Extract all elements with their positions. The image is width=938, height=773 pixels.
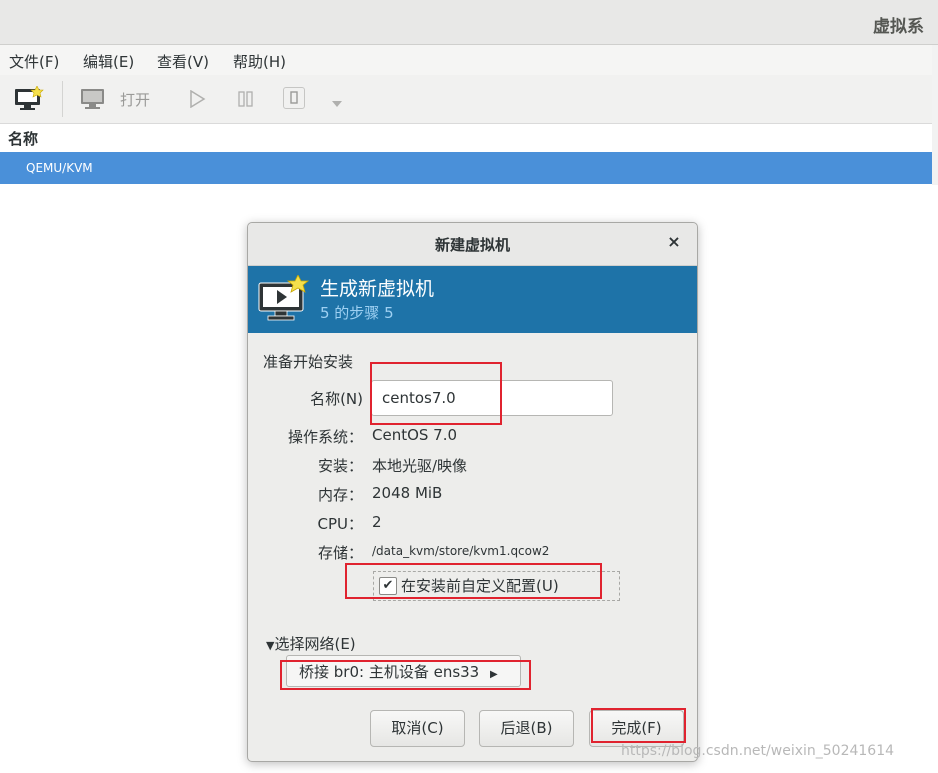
- column-name-label: 名称: [8, 130, 39, 148]
- os-value: CentOS 7.0: [372, 426, 458, 444]
- install-label: 安装：: [317, 457, 363, 475]
- storage-value: /data_kvm/store/kvm1.qcow2: [372, 544, 550, 558]
- finish-button[interactable]: 完成(F): [589, 710, 684, 747]
- power-icon: [290, 91, 298, 104]
- window-title: 虚拟系: [873, 17, 924, 37]
- watermark: https://blog.csdn.net/weixin_50241614: [621, 743, 895, 759]
- back-button[interactable]: 后退(B): [479, 710, 574, 747]
- network-selected-value: 桥接 br0: 主机设备 ens33: [299, 663, 480, 681]
- dialog-title: 新建虚拟机: [434, 236, 510, 254]
- new-vm-icon: [258, 274, 310, 327]
- menubar: 文件(F) 编辑(E) 查看(V) 帮助(H): [0, 45, 932, 75]
- memory-label: 内存：: [317, 486, 363, 504]
- list-item[interactable]: QEMU/KVM: [0, 152, 932, 184]
- toolbar: 打开: [0, 75, 932, 124]
- section-title: 准备开始安装: [263, 353, 354, 371]
- network-select[interactable]: 桥接 br0: 主机设备 ens33 ▶: [286, 655, 521, 687]
- wizard-step: 5 的步骤 5: [320, 304, 394, 322]
- memory-value: 2048 MiB: [372, 484, 443, 502]
- network-expander-label: 选择网络(E): [274, 635, 356, 653]
- new-vm-icon: [15, 85, 44, 110]
- connection-label: QEMU/KVM: [26, 161, 93, 175]
- monitor-icon: [81, 89, 104, 109]
- name-field[interactable]: [371, 380, 613, 416]
- menu-help[interactable]: 帮助(H): [233, 51, 286, 72]
- play-icon: [190, 89, 206, 109]
- install-value: 本地光驱/映像: [372, 457, 468, 475]
- cpu-label: CPU：: [317, 515, 364, 533]
- network-expander[interactable]: ▼选择网络(E): [266, 633, 356, 654]
- chevron-down-icon: [332, 101, 342, 107]
- customize-label[interactable]: 在安装前自定义配置(U): [401, 575, 559, 596]
- shutdown-button[interactable]: [283, 87, 305, 109]
- pause-button[interactable]: [237, 90, 255, 112]
- menu-view[interactable]: 查看(V): [157, 51, 209, 72]
- menu-edit[interactable]: 编辑(E): [83, 51, 134, 72]
- pause-icon: [238, 91, 253, 107]
- cancel-button[interactable]: 取消(C): [370, 710, 465, 747]
- toolbar-separator: [62, 81, 63, 117]
- open-button-label[interactable]: 打开: [120, 89, 150, 110]
- customize-checkbox[interactable]: ✔: [379, 577, 397, 595]
- wizard-title: 生成新虚拟机: [320, 278, 435, 300]
- new-vm-button[interactable]: [14, 85, 44, 112]
- shutdown-menu-button[interactable]: [330, 94, 344, 113]
- window-edge: [932, 45, 938, 185]
- open-console-button[interactable]: [80, 88, 106, 110]
- name-label: 名称(N): [310, 390, 363, 408]
- list-column-header[interactable]: 名称: [0, 124, 932, 151]
- new-vm-dialog: 新建虚拟机 × 生成新虚拟机 5 的步骤 5 准备开始安装 名称(N) 操作系统…: [247, 222, 698, 762]
- window-titlebar: 虚拟系: [0, 0, 938, 45]
- os-label: 操作系统：: [287, 428, 363, 446]
- dialog-titlebar: 新建虚拟机 ×: [248, 223, 697, 266]
- run-button[interactable]: [188, 89, 206, 112]
- menu-file[interactable]: 文件(F): [9, 51, 59, 72]
- cpu-value: 2: [372, 513, 382, 531]
- close-icon[interactable]: ×: [664, 232, 684, 252]
- wizard-banner: 生成新虚拟机 5 的步骤 5: [248, 266, 697, 333]
- storage-label: 存储：: [317, 544, 363, 562]
- customize-before-install[interactable]: ✔ 在安装前自定义配置(U): [373, 571, 620, 601]
- chevron-right-icon: ▶: [490, 669, 498, 680]
